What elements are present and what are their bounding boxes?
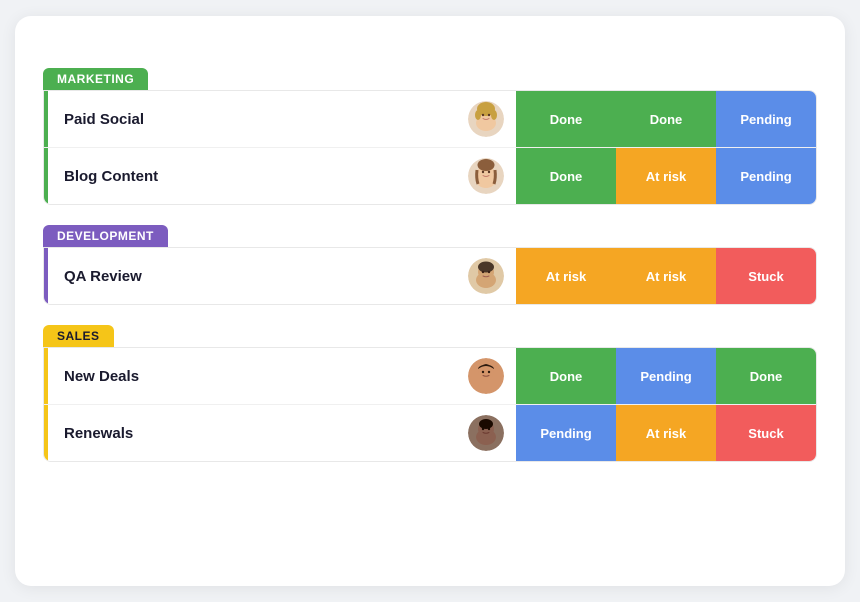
table-row[interactable]: Renewals PendingAt riskStuck — [44, 405, 816, 461]
group-sales: SALESNew Deals DonePendingDoneRenewals P… — [43, 325, 817, 462]
table-row[interactable]: Paid Social DoneDonePending — [44, 91, 816, 148]
row-name: New Deals — [48, 368, 468, 385]
status-badge[interactable]: At risk — [616, 405, 716, 461]
table-row[interactable]: Blog Content DoneAt riskPending — [44, 148, 816, 204]
avatar — [468, 415, 504, 451]
avatar — [468, 358, 504, 394]
status-badge[interactable]: At risk — [616, 248, 716, 304]
row-name: Paid Social — [48, 111, 468, 128]
status-badge[interactable]: Done — [516, 148, 616, 204]
status-badge[interactable]: Done — [516, 91, 616, 147]
row-name: Renewals — [48, 425, 468, 442]
status-badge[interactable]: Pending — [716, 148, 816, 204]
group-development: DEVELOPMENTQA Review At riskAt riskStuck — [43, 225, 817, 305]
main-card: MARKETINGPaid Social DoneDonePendingBlog… — [15, 16, 845, 586]
status-badge[interactable]: Done — [516, 348, 616, 404]
group-marketing: MARKETINGPaid Social DoneDonePendingBlog… — [43, 68, 817, 205]
status-badge[interactable]: Pending — [716, 91, 816, 147]
group-header-sales: SALES — [43, 325, 114, 347]
table-row[interactable]: QA Review At riskAt riskStuck — [44, 248, 816, 304]
status-badge[interactable]: At risk — [616, 148, 716, 204]
row-statuses: DoneAt riskPending — [516, 148, 816, 204]
status-badge[interactable]: Stuck — [716, 405, 816, 461]
group-header-marketing: MARKETING — [43, 68, 148, 90]
group-table-development: QA Review At riskAt riskStuck — [43, 247, 817, 305]
row-name: Blog Content — [48, 168, 468, 185]
group-table-marketing: Paid Social DoneDonePendingBlog Content … — [43, 90, 817, 205]
row-statuses: PendingAt riskStuck — [516, 405, 816, 461]
status-badge[interactable]: Pending — [516, 405, 616, 461]
row-name: QA Review — [48, 268, 468, 285]
row-statuses: At riskAt riskStuck — [516, 248, 816, 304]
avatar — [468, 158, 504, 194]
status-badge[interactable]: Pending — [616, 348, 716, 404]
table-row[interactable]: New Deals DonePendingDone — [44, 348, 816, 405]
status-badge[interactable]: Done — [716, 348, 816, 404]
avatar — [468, 258, 504, 294]
status-badge[interactable]: At risk — [516, 248, 616, 304]
row-statuses: DoneDonePending — [516, 91, 816, 147]
status-badge[interactable]: Stuck — [716, 248, 816, 304]
avatar — [468, 101, 504, 137]
group-header-development: DEVELOPMENT — [43, 225, 168, 247]
status-badge[interactable]: Done — [616, 91, 716, 147]
row-statuses: DonePendingDone — [516, 348, 816, 404]
group-table-sales: New Deals DonePendingDoneRenewals Pendin… — [43, 347, 817, 462]
